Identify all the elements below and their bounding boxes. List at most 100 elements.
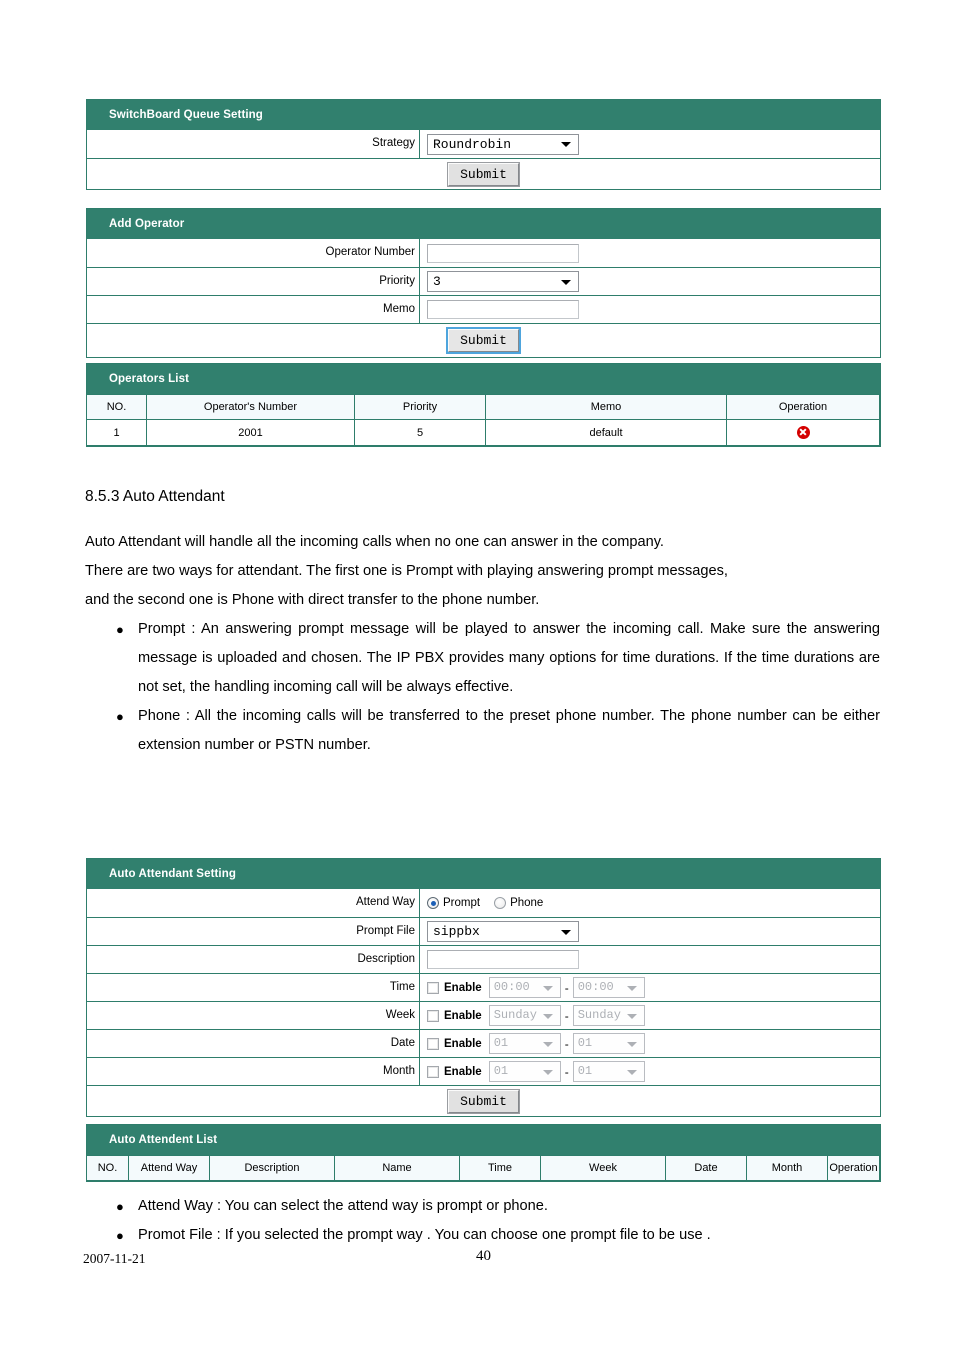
row-memo: Memo bbox=[87, 295, 880, 323]
table-header-row: NO. Operator's Number Priority Memo Oper… bbox=[87, 394, 880, 420]
list-item: ● Promot File : If you selected the prom… bbox=[112, 1221, 902, 1250]
field-month: Enable 01 - 01 bbox=[420, 1058, 880, 1085]
panel-title-auto-attendant-setting: Auto Attendant Setting bbox=[87, 859, 880, 889]
week-from-value: Sunday bbox=[493, 1008, 537, 1022]
row-time: Time Enable 00:00 - 00:00 bbox=[87, 973, 880, 1001]
memo-input[interactable] bbox=[427, 300, 579, 319]
cell-operation bbox=[726, 419, 880, 446]
submit-button-add-operator[interactable]: Submit bbox=[446, 327, 521, 354]
bullet-icon: ● bbox=[116, 1199, 124, 1214]
priority-select[interactable]: 3 bbox=[427, 271, 579, 292]
label-month: Month bbox=[87, 1058, 420, 1085]
strategy-select[interactable]: Roundrobin bbox=[427, 133, 579, 155]
chevron-down-icon bbox=[561, 279, 571, 285]
prompt-file-select-value: sippbx bbox=[433, 924, 480, 939]
section-paragraph: Auto Attendant will handle all the incom… bbox=[85, 528, 880, 615]
field-strategy: Roundrobin bbox=[420, 130, 880, 158]
field-prompt-file: sippbx bbox=[420, 918, 880, 945]
list-item-text: Prompt : An answering prompt message wil… bbox=[138, 621, 880, 695]
week-from-select[interactable]: Sunday bbox=[488, 1005, 561, 1026]
radio-label-prompt: Prompt bbox=[443, 897, 481, 909]
field-attend-way: Prompt Phone bbox=[420, 889, 880, 917]
chevron-down-icon bbox=[626, 985, 637, 991]
checkbox-enable-date[interactable] bbox=[427, 1037, 439, 1050]
panel-title-operators-list: Operators List bbox=[87, 364, 880, 394]
date-from-value: 01 bbox=[493, 1036, 509, 1050]
chevron-down-icon bbox=[561, 929, 571, 935]
radio-attend-way-phone[interactable] bbox=[494, 897, 507, 909]
date-to-value: 01 bbox=[577, 1036, 593, 1050]
paragraph-line-2: There are two ways for attendant. The fi… bbox=[85, 563, 728, 579]
month-to-select[interactable]: 01 bbox=[572, 1061, 645, 1082]
description-input[interactable] bbox=[427, 950, 579, 969]
row-attend-way: Attend Way Prompt Phone bbox=[87, 889, 880, 917]
col-operation: Operation bbox=[726, 394, 880, 420]
footer-date: 2007-11-21 bbox=[83, 1251, 146, 1266]
range-separator-time: - bbox=[564, 980, 569, 995]
operator-number-input[interactable] bbox=[427, 243, 579, 263]
prompt-file-select[interactable]: sippbx bbox=[427, 921, 579, 942]
checkbox-label-enable-week: Enable bbox=[444, 1009, 482, 1022]
row-priority: Priority 3 bbox=[87, 267, 880, 295]
time-to-select[interactable]: 00:00 bbox=[572, 977, 645, 998]
range-separator-week: - bbox=[564, 1008, 569, 1023]
col-month: Month bbox=[746, 1155, 828, 1181]
label-attend-way: Attend Way bbox=[87, 889, 420, 917]
chevron-down-icon bbox=[542, 985, 553, 991]
row-prompt-file: Prompt File sippbx bbox=[87, 917, 880, 945]
delete-icon[interactable] bbox=[796, 425, 810, 439]
chevron-down-icon bbox=[542, 1013, 553, 1019]
section-bullet-list: ● Prompt : An answering prompt message w… bbox=[112, 615, 880, 760]
range-separator-date: - bbox=[564, 1036, 569, 1051]
label-description: Description bbox=[87, 946, 420, 973]
document-page: SwitchBoard Queue Setting Strategy Round… bbox=[0, 0, 954, 1351]
bullet-icon: ● bbox=[116, 709, 124, 724]
footer-page-number: 40 bbox=[476, 1248, 491, 1264]
section-heading: 8.5.3 Auto Attendant bbox=[85, 488, 225, 505]
list-item-text: Promot File : If you selected the prompt… bbox=[138, 1227, 711, 1243]
radio-attend-way-prompt[interactable] bbox=[427, 897, 439, 909]
panel-title-auto-attendent-list: Auto Attendent List bbox=[87, 1125, 880, 1155]
label-memo: Memo bbox=[87, 296, 420, 323]
checkbox-enable-month[interactable] bbox=[427, 1065, 439, 1078]
paragraph-line-1: Auto Attendant will handle all the incom… bbox=[85, 534, 664, 550]
field-operator-number bbox=[420, 239, 880, 267]
chevron-down-icon bbox=[626, 1013, 637, 1019]
field-date: Enable 01 - 01 bbox=[420, 1030, 880, 1057]
date-to-select[interactable]: 01 bbox=[572, 1033, 645, 1054]
panel-title-add-operator: Add Operator bbox=[87, 209, 880, 239]
list-item: ● Phone : All the incoming calls will be… bbox=[112, 702, 880, 760]
month-from-select[interactable]: 01 bbox=[488, 1061, 561, 1082]
add-operator-panel: Add Operator Operator Number Priority 3 … bbox=[86, 208, 881, 358]
label-time: Time bbox=[87, 974, 420, 1001]
chevron-down-icon bbox=[626, 1069, 637, 1075]
col-no: NO. bbox=[87, 394, 147, 420]
month-to-value: 01 bbox=[577, 1064, 593, 1078]
row-submit-switchboard: Submit bbox=[87, 158, 880, 189]
field-week: Enable Sunday - Sunday bbox=[420, 1002, 880, 1029]
label-operator-number: Operator Number bbox=[87, 239, 420, 267]
date-from-select[interactable]: 01 bbox=[488, 1033, 561, 1054]
row-strategy: Strategy Roundrobin bbox=[87, 130, 880, 158]
bottom-bullet-list: ● Attend Way : You can select the attend… bbox=[112, 1192, 902, 1250]
submit-button-auto-attendant[interactable]: Submit bbox=[447, 1088, 520, 1114]
cell-no: 1 bbox=[87, 419, 147, 446]
table-row: 1 2001 5 default bbox=[87, 419, 880, 446]
week-to-select[interactable]: Sunday bbox=[572, 1005, 645, 1026]
auto-attendent-list-panel: Auto Attendent List NO. Attend Way Descr… bbox=[86, 1124, 881, 1182]
chevron-down-icon bbox=[542, 1041, 553, 1047]
panel-title-switchboard-queue: SwitchBoard Queue Setting bbox=[87, 100, 880, 130]
checkbox-enable-week[interactable] bbox=[427, 1009, 439, 1022]
row-date: Date Enable 01 - 01 bbox=[87, 1029, 880, 1057]
priority-select-value: 3 bbox=[433, 274, 441, 289]
checkbox-enable-time[interactable] bbox=[427, 981, 439, 994]
bullet-icon: ● bbox=[116, 622, 124, 637]
strategy-select-value: Roundrobin bbox=[433, 136, 512, 152]
chevron-down-icon bbox=[561, 142, 571, 147]
list-item-text: Attend Way : You can select the attend w… bbox=[138, 1198, 548, 1214]
submit-button-switchboard[interactable]: Submit bbox=[447, 161, 520, 187]
col-no: NO. bbox=[87, 1155, 129, 1181]
switchboard-queue-setting-panel: SwitchBoard Queue Setting Strategy Round… bbox=[86, 99, 881, 190]
time-from-select[interactable]: 00:00 bbox=[488, 977, 561, 998]
auto-attendant-setting-panel: Auto Attendant Setting Attend Way Prompt… bbox=[86, 858, 881, 1117]
